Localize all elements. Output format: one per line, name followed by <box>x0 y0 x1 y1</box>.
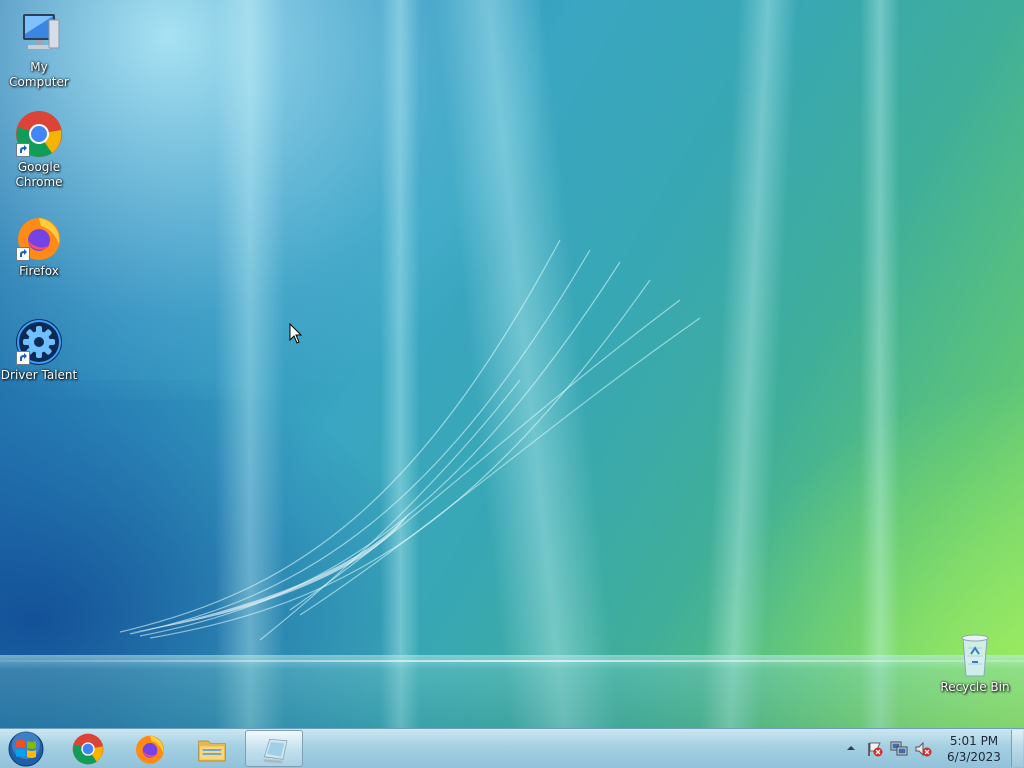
shortcut-arrow-icon <box>16 351 30 365</box>
desktop-wallpaper[interactable]: My Computer Google Chrome Firefox Driver… <box>0 0 1024 728</box>
desktop-icon-label: Google Chrome <box>15 160 63 189</box>
desktop-icon-label: Firefox <box>19 264 59 278</box>
taskbar-clock[interactable]: 5:01 PM 6/3/2023 <box>938 733 1010 765</box>
mouse-cursor-icon <box>289 323 303 344</box>
taskbar-button-file-explorer[interactable] <box>183 730 241 767</box>
taskbar-button-window[interactable] <box>245 730 303 767</box>
desktop-icon-google-chrome[interactable]: Google Chrome <box>0 110 78 190</box>
firefox-icon <box>136 735 164 764</box>
volume-muted-icon[interactable] <box>914 741 932 757</box>
window-app-icon <box>263 738 288 764</box>
clock-date: 6/3/2023 <box>947 750 1001 764</box>
desktop-icon-firefox[interactable]: Firefox <box>0 214 78 279</box>
taskbar-button-firefox[interactable] <box>121 730 179 767</box>
shortcut-arrow-icon <box>16 247 30 261</box>
desktop-icon-my-computer[interactable]: My Computer <box>0 10 78 90</box>
wallpaper-ribbons <box>119 239 701 641</box>
windows-start-icon <box>8 731 44 767</box>
network-icon[interactable] <box>890 741 908 757</box>
desktop-icon-driver-talent[interactable]: Driver Talent <box>0 318 78 383</box>
chrome-icon <box>72 733 104 765</box>
show-hidden-icons-chevron-icon[interactable] <box>846 744 856 752</box>
clock-time: 5:01 PM <box>949 734 999 748</box>
computer-icon <box>23 14 60 49</box>
desktop-icon-label: My Computer <box>9 60 69 89</box>
show-desktop-button[interactable] <box>1011 730 1023 767</box>
desktop-icon-label: Recycle Bin <box>940 680 1010 694</box>
taskbar: 5:01 PM 6/3/2023 <box>0 728 1024 768</box>
taskbar-button-chrome[interactable] <box>59 730 117 767</box>
action-center-flag-icon[interactable] <box>866 741 884 757</box>
start-button[interactable] <box>6 731 46 767</box>
recycle-bin-icon <box>961 634 989 677</box>
shortcut-arrow-icon <box>16 143 30 157</box>
desktop-icon-recycle-bin[interactable]: Recycle Bin <box>936 630 1014 695</box>
desktop-icon-label: Driver Talent <box>0 368 78 382</box>
folder-icon <box>198 740 226 762</box>
